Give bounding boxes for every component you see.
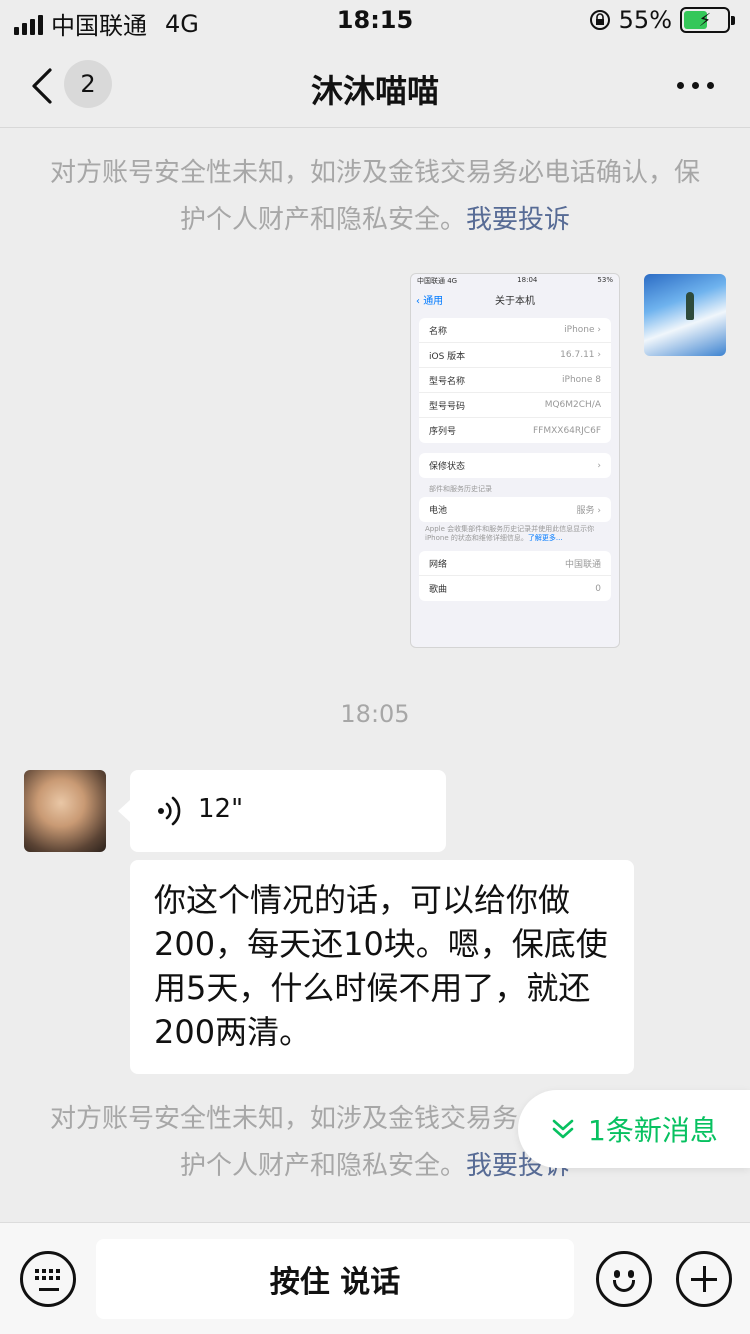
shot-time: 18:04 [517,276,538,284]
message-timestamp: 18:05 [340,700,410,728]
shot-nav: ‹ 通用 关于本机 [411,288,619,310]
shot-row: 歌曲 0 [429,583,601,596]
status-bar: 中国联通 4G 18:15 55% ⚡ [0,0,750,44]
voice-message-bubble[interactable]: 12" [118,770,446,852]
shot-title: 关于本机 [495,296,535,307]
emoji-icon[interactable] [596,1251,652,1307]
new-messages-pill[interactable]: 1条新消息 [518,1090,750,1168]
shot-battery: 53% [597,276,613,284]
voice-duration: 12" [198,794,244,824]
chat-header: 2 沐沐喵喵 [0,44,750,128]
plus-icon[interactable] [676,1251,732,1307]
shot-group-info: 名称 iPhone › iOS 版本 16.7.11 › 型号名称 iPhone 8 … [419,318,611,443]
status-right: 55% ⚡ [589,6,735,34]
self-avatar[interactable] [644,274,726,356]
battery-percent: 55% [618,6,672,34]
voice-wave-icon [158,796,181,826]
security-notice-text: 对方账号安全性未知，如涉及金钱交易务必电话确认，保护个人财产和隐私安全。 [50,158,701,235]
double-chevron-down-icon [552,1119,574,1139]
screenshot-image-message[interactable]: 中国联通 4G 18:04 53% ‹ 通用 关于本机 名称 iPhone › i… [410,273,620,648]
battery-icon: ⚡ [680,7,735,33]
hold-to-talk-button[interactable]: 按住 说话 [96,1239,574,1319]
shot-row: 保修状态 › [429,460,601,473]
shot-footnote: Apple 会收集部件和服务历史记录并使用此信息显示你 iPhone 的状态和维… [425,525,595,542]
shot-row: 型号名称 iPhone 8 [419,368,611,393]
shot-group-network: 网络 中国联通 歌曲 0 [419,551,611,601]
rotation-lock-icon [589,10,610,30]
more-icon[interactable] [677,82,714,89]
message-text: 你这个情况的话，可以给你做200，每天还10块。嗯，保底使用5天，什么时候不用了… [154,881,608,1051]
contact-avatar[interactable] [24,770,106,852]
shot-status-bar: 中国联通 4G 18:04 53% [411,274,619,288]
shot-caption: 部件和服务历史记录 [429,485,492,493]
report-link[interactable]: 我要投诉 [466,205,570,235]
shot-row: 型号号码 MQ6M2CH/A [419,393,611,418]
shot-row: 名称 iPhone › [419,318,611,343]
chat-title: 沐沐喵喵 [310,72,439,110]
shot-row: 电池 服务 › [429,506,601,516]
text-message-bubble[interactable]: 你这个情况的话，可以给你做200，每天还10块。嗯，保底使用5天，什么时候不用了… [130,860,634,1074]
input-bar: 按住 说话 [0,1222,750,1334]
shot-row: 网络 中国联通 [419,551,611,576]
charging-bolt-icon: ⚡ [698,9,712,31]
shot-group-battery: 电池 服务 › [419,497,611,522]
shot-group-warranty: 保修状态 › [419,453,611,478]
new-messages-label: 1条新消息 [588,1114,718,1147]
shot-carrier: 中国联通 4G [417,277,458,285]
shot-row: 序列号 FFMXX64RJC6F [429,425,601,438]
shot-row: iOS 版本 16.7.11 › [419,343,611,368]
keyboard-icon[interactable] [20,1251,76,1307]
security-notice: 对方账号安全性未知，如涉及金钱交易务必电话确认，保护个人财产和隐私安全。我要投诉 [50,150,700,244]
